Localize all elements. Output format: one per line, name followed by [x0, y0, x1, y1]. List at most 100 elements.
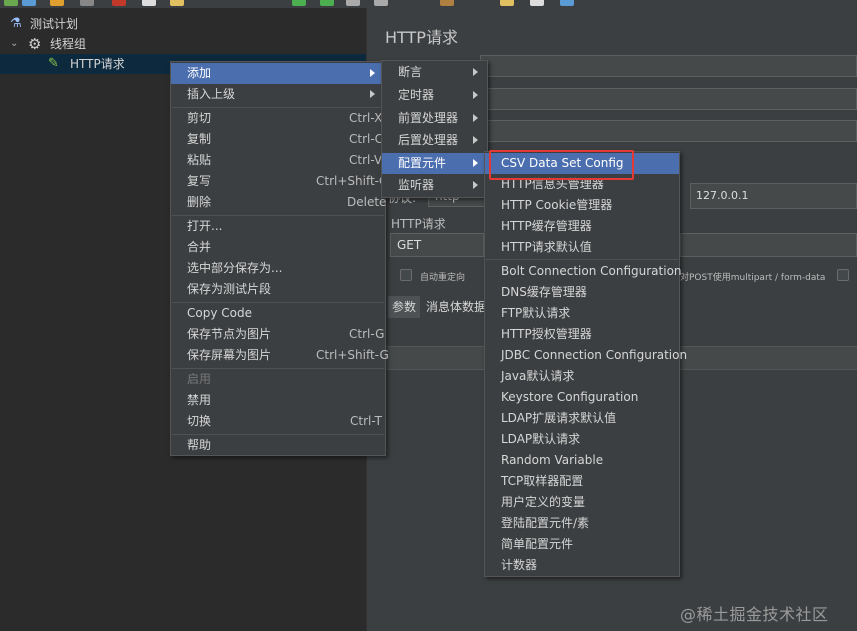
menu-item-merge[interactable]: 合并	[171, 237, 385, 258]
config-item-java-defaults[interactable]: Java默认请求	[485, 366, 679, 387]
config-item-jdbc-connection[interactable]: JDBC Connection Configuration	[485, 345, 687, 366]
menu-item-save-screen-image[interactable]: 保存屏幕为图片 Ctrl+Shift-G	[171, 345, 389, 366]
menu-item-help[interactable]: 帮助	[171, 435, 385, 456]
menu-item-label: LDAP扩展请求默认值	[501, 411, 617, 425]
config-item-ldap-ext-defaults[interactable]: LDAP扩展请求默认值	[485, 408, 679, 429]
submenu-item-timer[interactable]: 定时器	[382, 85, 487, 106]
menu-item-shortcut: Ctrl-C	[349, 132, 384, 146]
submenu-item-config-element[interactable]: 配置元件	[382, 153, 487, 174]
start-no-pause-icon[interactable]	[320, 0, 334, 6]
tree-item-label: 测试计划	[30, 17, 79, 31]
new-icon[interactable]	[4, 0, 18, 6]
server-value: 127.0.0.1	[696, 189, 749, 202]
tab-parameters[interactable]: 参数	[388, 296, 421, 318]
menu-item-label: JDBC Connection Configuration	[501, 348, 688, 362]
menu-item-label: DNS缓存管理器	[501, 285, 587, 299]
config-item-login-config[interactable]: 登陆配置元件/素	[485, 513, 679, 534]
menu-item-label: 剪切	[187, 111, 212, 125]
submenu-item-assertions[interactable]: 断言	[382, 62, 487, 83]
save-icon[interactable]	[80, 0, 94, 6]
tree-item-thread-group[interactable]: ⌄ ⚙ 线程组	[8, 34, 358, 54]
menu-item-save-as-test-fragment[interactable]: 保存为测试片段	[171, 279, 385, 300]
menu-item-label: 计数器	[501, 558, 538, 572]
menu-item-insert-parent[interactable]: 插入上级	[171, 84, 385, 105]
tab-body-data[interactable]: 消息体数据	[422, 296, 490, 318]
help-icon[interactable]	[560, 0, 574, 6]
redirect-checkbox[interactable]	[400, 269, 412, 281]
menu-item-label: 复写	[187, 174, 212, 188]
menu-item-shortcut: Ctrl-G	[349, 327, 385, 341]
menu-item-copy-code[interactable]: Copy Code	[171, 303, 385, 324]
submenu-item-listener[interactable]: 监听器	[382, 175, 487, 196]
menu-item-duplicate[interactable]: 复写 Ctrl+Shift-C	[171, 171, 387, 192]
watermark: @稀土掘金技术社区	[680, 605, 829, 624]
menu-item-save-node-image[interactable]: 保存节点为图片 Ctrl-G	[171, 324, 385, 345]
submenu-item-preprocessor[interactable]: 前置处理器	[382, 108, 487, 129]
menu-item-label: Java默认请求	[501, 369, 575, 383]
menu-item-open[interactable]: 打开...	[171, 216, 385, 237]
menu-item-label: 插入上级	[187, 87, 236, 101]
menu-item-label: HTTP Cookie管理器	[501, 198, 613, 212]
menu-item-label: Random Variable	[501, 453, 604, 467]
config-item-cookie-manager[interactable]: HTTP Cookie管理器	[485, 195, 679, 216]
menu-item-delete[interactable]: 删除 Delete	[171, 192, 386, 213]
comment-field[interactable]	[480, 88, 857, 110]
menu-item-label: 选中部分保存为...	[187, 261, 283, 275]
menu-item-cut[interactable]: 剪切 Ctrl-X	[171, 108, 385, 129]
function-icon[interactable]	[530, 0, 544, 6]
menu-item-disable[interactable]: 禁用	[171, 390, 385, 411]
method-select[interactable]: GET	[390, 233, 484, 257]
config-item-ldap-defaults[interactable]: LDAP默认请求	[485, 429, 679, 450]
start-icon[interactable]	[292, 0, 306, 6]
menu-item-label: HTTP请求默认值	[501, 240, 592, 254]
menu-item-label: 后置处理器	[398, 133, 459, 147]
config-item-request-defaults[interactable]: HTTP请求默认值	[485, 237, 679, 258]
paste-icon[interactable]	[170, 0, 184, 6]
server-name-field[interactable]: 127.0.0.1	[690, 183, 857, 209]
menu-item-label: 监听器	[398, 178, 435, 192]
open-icon[interactable]	[50, 0, 64, 6]
config-item-tcp-sampler[interactable]: TCP取样器配置	[485, 471, 679, 492]
config-item-cache-manager[interactable]: HTTP缓存管理器	[485, 216, 679, 237]
cut-icon[interactable]	[112, 0, 126, 6]
server-field[interactable]	[480, 120, 857, 142]
path-field[interactable]	[680, 233, 857, 257]
shutdown-icon[interactable]	[374, 0, 388, 6]
copy-icon[interactable]	[142, 0, 156, 6]
config-item-dns-cache[interactable]: DNS缓存管理器	[485, 282, 679, 303]
config-item-auth-manager[interactable]: HTTP授权管理器	[485, 324, 679, 345]
stop-icon[interactable]	[346, 0, 360, 6]
menu-item-label: Bolt Connection Configuration	[501, 264, 682, 278]
template-icon[interactable]	[22, 0, 36, 6]
menu-item-label: 保存节点为图片	[187, 327, 272, 341]
config-item-user-variables[interactable]: 用户定义的变量	[485, 492, 679, 513]
config-item-ftp-defaults[interactable]: FTP默认请求	[485, 303, 679, 324]
config-item-bolt-connection[interactable]: Bolt Connection Configuration	[485, 261, 682, 282]
menu-item-label: 切换	[187, 414, 212, 428]
search-icon[interactable]	[500, 0, 514, 6]
menu-item-shortcut: Ctrl+Shift-G	[316, 348, 389, 362]
submenu-item-postprocessor[interactable]: 后置处理器	[382, 130, 487, 151]
multipart-checkbox[interactable]	[837, 269, 849, 281]
flask-icon: ⚗	[10, 16, 22, 31]
menu-item-label: FTP默认请求	[501, 306, 571, 320]
menu-item-save-selection-as[interactable]: 选中部分保存为...	[171, 258, 385, 279]
menu-item-toggle[interactable]: 切换 Ctrl-T	[171, 411, 385, 432]
config-item-counter[interactable]: 计数器	[485, 555, 679, 576]
config-item-keystore[interactable]: Keystore Configuration	[485, 387, 679, 408]
menu-item-label: 用户定义的变量	[501, 495, 586, 509]
config-item-random-variable[interactable]: Random Variable	[485, 450, 679, 471]
chevron-right-icon	[370, 90, 375, 98]
menu-item-copy[interactable]: 复制 Ctrl-C	[171, 129, 385, 150]
chevron-down-icon[interactable]: ⌄	[10, 34, 18, 54]
chevron-right-icon	[370, 69, 375, 77]
tree-item-test-plan[interactable]: ⚗ 测试计划	[8, 14, 358, 34]
context-menu: 添加 插入上级 剪切 Ctrl-X 复制 Ctrl-C 粘贴 Ctrl-V 复写 Ctr…	[170, 61, 389, 456]
chevron-right-icon	[473, 68, 478, 76]
name-field[interactable]	[480, 55, 857, 77]
config-item-simple-config[interactable]: 简单配置元件	[485, 534, 679, 555]
clear-icon[interactable]	[440, 0, 454, 6]
menu-item-add[interactable]: 添加	[171, 63, 385, 84]
toolbar	[0, 0, 857, 8]
menu-item-paste[interactable]: 粘贴 Ctrl-V	[171, 150, 385, 171]
